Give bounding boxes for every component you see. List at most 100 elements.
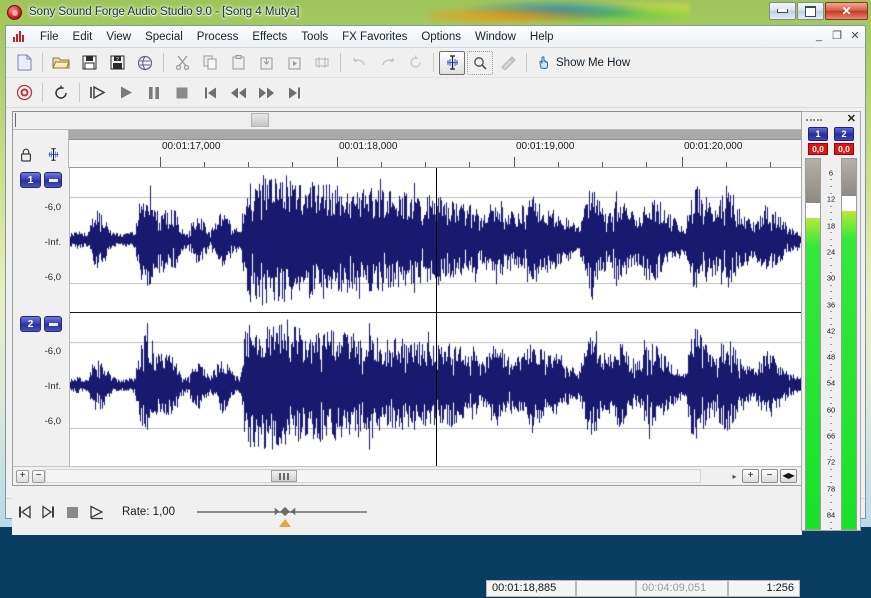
magnify-tool-button[interactable]	[467, 50, 493, 75]
stop-button[interactable]	[169, 81, 195, 105]
meter-channel-2-button[interactable]: 2	[834, 127, 854, 141]
meter-scale-dot	[830, 363, 832, 365]
vertical-zoom-out-button[interactable]: −	[32, 469, 45, 483]
mix-button[interactable]	[253, 51, 279, 75]
publish-button[interactable]	[132, 51, 158, 75]
maximize-button[interactable]	[797, 2, 824, 20]
rate-slider-thumb[interactable]	[271, 504, 299, 519]
zoom-out-button[interactable]: −	[761, 469, 778, 483]
meter-scale-label: 42	[826, 326, 836, 336]
meter-panel-close-button[interactable]: ✕	[847, 114, 856, 125]
drag-grip-icon[interactable]	[806, 118, 822, 121]
mdi-restore-button[interactable]: ❐	[829, 28, 845, 43]
menu-options[interactable]: Options	[414, 29, 468, 45]
waveform-canvas-pane[interactable]	[70, 168, 801, 466]
zoom-ratio-field[interactable]: 1:256	[728, 579, 800, 597]
channel-2-mute-button[interactable]	[44, 316, 62, 332]
transport-stop-button[interactable]	[60, 501, 84, 523]
meter-fill-channel-1	[806, 218, 820, 529]
close-button[interactable]: ✕	[825, 2, 868, 20]
pause-button[interactable]	[141, 81, 167, 105]
menu-help[interactable]: Help	[523, 29, 561, 45]
window-title: Sony Sound Forge Audio Studio 9.0 - [Son…	[29, 6, 300, 18]
meter-channel-1-button[interactable]: 1	[808, 127, 828, 141]
overview-thumb[interactable]	[251, 113, 269, 127]
fast-forward-button[interactable]	[253, 81, 279, 105]
copy-button[interactable]	[197, 51, 223, 75]
menu-effects[interactable]: Effects	[245, 29, 294, 45]
mdi-close-button[interactable]: ✕	[847, 28, 863, 43]
waveform-body: 1 -6,0 -Inf. -6,0 2 -6,0 -Inf. -6,0	[13, 168, 801, 466]
show-me-how-button[interactable]: Show Me How	[531, 50, 639, 76]
new-button[interactable]	[11, 51, 37, 75]
ruler-major-tick	[337, 157, 338, 167]
record-button[interactable]	[11, 81, 37, 105]
menu-fx-favorites[interactable]: FX Favorites	[335, 29, 414, 45]
vertical-zoom-in-button[interactable]: +	[16, 469, 29, 483]
cursor-position-field[interactable]: 00:01:18,885	[486, 579, 576, 597]
meter-channel-2-peak[interactable]: 0,0	[834, 143, 854, 155]
channel-2-db-bot: -6,0	[44, 416, 61, 427]
menu-special[interactable]: Special	[138, 29, 190, 45]
ruler-minor-tick	[602, 162, 603, 167]
rewind-button[interactable]	[225, 81, 251, 105]
time-ruler[interactable]: 00:01:17,000 00:01:18,000 00:01:19,000 0…	[69, 130, 801, 168]
play-all-button[interactable]	[85, 81, 111, 105]
refresh-button[interactable]	[402, 51, 428, 75]
minimize-button[interactable]	[769, 2, 796, 20]
selection-length-field[interactable]	[576, 579, 636, 597]
meter-scale-dot	[830, 179, 832, 181]
mdi-minimize-button[interactable]: _	[811, 28, 827, 43]
toolbar-separator	[42, 53, 43, 72]
channel-1-mute-button[interactable]	[44, 172, 62, 188]
scroll-right-button[interactable]: ▸	[729, 470, 740, 483]
horizontal-scroll-thumb[interactable]	[271, 470, 297, 482]
play-button[interactable]	[113, 81, 139, 105]
meter-scale-dot	[830, 422, 832, 424]
overview-bar[interactable]	[13, 112, 801, 130]
horizontal-scrollbar[interactable]	[45, 469, 701, 483]
menu-view[interactable]: View	[99, 29, 138, 45]
meter-scale-label: 6	[828, 168, 834, 178]
meter-scale-dot	[830, 265, 832, 267]
ruler-minor-tick	[469, 162, 470, 167]
undo-button[interactable]	[346, 51, 372, 75]
meter-scale-label: 60	[826, 405, 836, 415]
menu-window[interactable]: Window	[468, 29, 523, 45]
channel-2-badge[interactable]: 2	[20, 316, 41, 332]
zoom-fit-button[interactable]: ◀▶	[780, 469, 797, 483]
toolbar-separator	[340, 53, 341, 72]
meter-scale-label: 84	[826, 510, 836, 520]
menu-tools[interactable]: Tools	[294, 29, 335, 45]
edit-tool-button[interactable]	[439, 50, 465, 75]
meter-bar-channel-2[interactable]	[841, 158, 857, 530]
loop-button[interactable]	[48, 81, 74, 105]
cut-button[interactable]	[169, 51, 195, 75]
menu-file[interactable]: File	[33, 29, 66, 45]
paste-button[interactable]	[225, 51, 251, 75]
zoom-in-button[interactable]: +	[742, 469, 759, 483]
menu-process[interactable]: Process	[190, 29, 246, 45]
redo-button[interactable]	[374, 51, 400, 75]
meter-scale-dot	[830, 442, 832, 444]
go-to-end-button[interactable]	[281, 81, 307, 105]
save-button[interactable]	[76, 51, 102, 75]
playback-rate-slider[interactable]	[197, 499, 368, 527]
channel-1-badge[interactable]: 1	[20, 172, 41, 188]
transport-go-to-end-button[interactable]	[36, 501, 60, 523]
go-to-start-button[interactable]	[197, 81, 223, 105]
meter-channel-1-peak[interactable]: 0,0	[808, 143, 828, 155]
save-as-button[interactable]: ?	[104, 51, 130, 75]
meter-bar-channel-1[interactable]	[805, 158, 821, 530]
trim-crop-button[interactable]	[309, 51, 335, 75]
meter-scale-dot	[830, 376, 832, 378]
transport-play-button[interactable]	[84, 501, 108, 523]
pencil-tool-button[interactable]	[495, 51, 521, 75]
open-button[interactable]	[48, 51, 74, 75]
paste-special-button[interactable]	[281, 51, 307, 75]
transport-go-to-start-button[interactable]	[12, 501, 36, 523]
meter-scale-dot	[830, 291, 832, 293]
total-length-field[interactable]: 00:04:09,051	[636, 579, 728, 597]
svg-text:?: ?	[116, 57, 119, 63]
menu-edit[interactable]: Edit	[66, 29, 100, 45]
